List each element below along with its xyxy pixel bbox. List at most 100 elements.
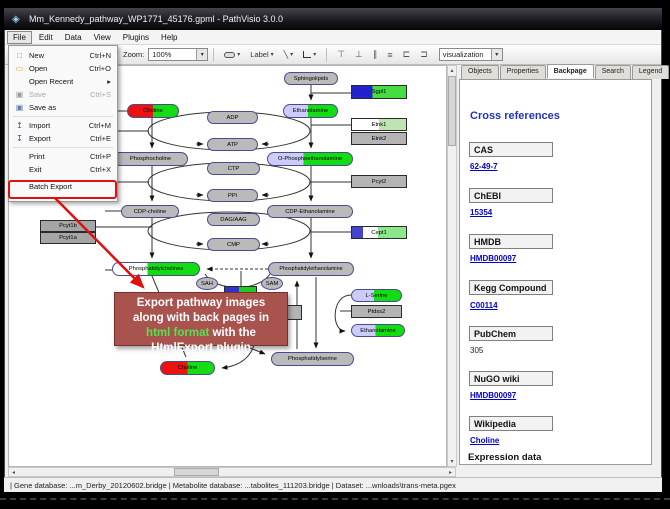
xref-link-nugo[interactable]: HMDB00097 xyxy=(470,391,516,400)
menu-item-exit[interactable]: Exit Ctrl+X xyxy=(9,163,117,176)
xref-section-pubchem: PubChem xyxy=(469,326,553,341)
sidebar-tabs: Objects Properties Backpage Search Legen… xyxy=(461,65,670,79)
zoom-value: 100% xyxy=(152,50,171,59)
gene-etnk2[interactable]: Etnk2 xyxy=(351,132,407,145)
align-right-icon[interactable]: ⊐ xyxy=(420,49,428,60)
node-ethanolamine-bottom[interactable]: Ethanolamine xyxy=(351,324,405,337)
chevron-down-icon[interactable]: ▾ xyxy=(196,49,207,60)
distribute-horizontal-icon[interactable]: ∥ xyxy=(373,49,378,60)
horizontal-scrollbar[interactable]: ◂ ▸ xyxy=(8,467,456,477)
align-left-icon[interactable]: ⊏ xyxy=(403,49,411,60)
tab-backpage[interactable]: Backpage xyxy=(547,64,594,78)
gene-sgpl1[interactable]: Sgpl1 xyxy=(351,85,407,99)
xref-value-pubchem: 305 xyxy=(470,346,483,355)
label-tool-button[interactable]: Label ▾ xyxy=(248,49,275,60)
tab-objects[interactable]: Objects xyxy=(461,65,499,79)
menu-item-print[interactable]: Print Ctrl+P xyxy=(9,150,117,163)
chevron-down-icon[interactable]: ▾ xyxy=(271,51,274,58)
menu-item-batch-export[interactable]: Batch Export xyxy=(9,180,117,193)
menu-item-open[interactable]: ▭ Open Ctrl+O xyxy=(9,62,117,75)
tab-properties[interactable]: Properties xyxy=(500,65,546,79)
callout-highlight: html format xyxy=(146,327,209,339)
gene-etnk1[interactable]: Etnk1 xyxy=(351,118,407,131)
chevron-down-icon[interactable]: ▾ xyxy=(313,51,316,58)
open-folder-icon: ▭ xyxy=(13,64,26,73)
node-cdp-ethanolamine[interactable]: CDP-Ethanolamine xyxy=(267,205,353,218)
menu-edit[interactable]: Edit xyxy=(34,32,58,43)
node-l-serine[interactable]: L-Serine xyxy=(351,289,402,302)
gene-pcyt1b[interactable]: Pcyt1b xyxy=(40,220,96,232)
xref-section-wikipedia: Wikipedia xyxy=(469,416,553,431)
toolbar-separator xyxy=(326,48,327,62)
line-tool-button[interactable]: ╲ ▾ xyxy=(282,49,296,60)
chevron-down-icon[interactable]: ▾ xyxy=(290,51,293,58)
menu-data[interactable]: Data xyxy=(60,32,87,43)
xref-link-cas[interactable]: 62-49-7 xyxy=(470,162,498,171)
distribute-vertical-icon[interactable]: ≡ xyxy=(387,50,392,60)
node-phosphatidylserine[interactable]: Phosphatidylserine xyxy=(271,352,354,366)
scrollbar-thumb[interactable] xyxy=(448,76,456,146)
vertical-scrollbar[interactable]: ▴ ▾ xyxy=(447,65,457,467)
scroll-up-icon[interactable]: ▴ xyxy=(448,66,457,75)
xref-link-kegg[interactable]: C00114 xyxy=(470,301,498,310)
node-sah[interactable]: SAH xyxy=(196,277,218,290)
node-phosphatidylethanolamine[interactable]: Phosphatidylethanolamine xyxy=(268,262,354,276)
node-adp[interactable]: ADP xyxy=(207,111,258,124)
xref-link-chebi[interactable]: 15354 xyxy=(470,208,492,217)
node-phosphatidylcholines[interactable]: Phosphatidylcholines xyxy=(112,262,200,276)
menu-help[interactable]: Help xyxy=(156,32,182,43)
xref-link-wikipedia[interactable]: Choline xyxy=(470,436,499,445)
node-sphingolipids[interactable]: Sphingolipids xyxy=(284,72,338,85)
scroll-left-icon[interactable]: ◂ xyxy=(9,468,18,477)
node-ppi[interactable]: PPi xyxy=(207,189,258,202)
node-choline-top[interactable]: Choline xyxy=(127,104,179,118)
scrollbar-thumb[interactable] xyxy=(174,468,219,476)
import-icon: ↥ xyxy=(13,121,26,130)
menu-item-save-as[interactable]: ▣ Save as xyxy=(9,101,117,114)
visualization-combobox[interactable]: visualization ▾ xyxy=(439,48,503,61)
cross-references-heading: Cross references xyxy=(470,110,560,122)
menu-file[interactable]: File xyxy=(7,31,32,44)
node-o-phosphoethanolamine[interactable]: O-Phosphoethanolamine xyxy=(267,152,353,166)
scroll-down-icon[interactable]: ▾ xyxy=(448,457,457,466)
title-bar[interactable]: ◈ Mm_Kennedy_pathway_WP1771_45176.gpml -… xyxy=(4,8,662,30)
tab-legend[interactable]: Legend xyxy=(632,65,669,79)
node-ctp[interactable]: CTP xyxy=(207,162,260,175)
menu-item-import[interactable]: ↥ Import Ctrl+M xyxy=(9,119,117,132)
gene-pcyt2[interactable]: Pcyt2 xyxy=(351,175,407,188)
node-phosphocholine[interactable]: Phosphocholine xyxy=(113,152,188,166)
align-center-horizontal-icon[interactable]: ⊤ xyxy=(337,49,345,60)
menu-item-new[interactable]: □ New Ctrl+N xyxy=(9,49,117,62)
gene-cept1[interactable]: Cept1 xyxy=(351,226,407,239)
new-document-icon: □ xyxy=(13,51,26,60)
menu-plugins[interactable]: Plugins xyxy=(118,32,154,43)
menu-separator xyxy=(13,116,113,117)
file-menu-dropdown: □ New Ctrl+N ▭ Open Ctrl+O Open Recent ▸… xyxy=(8,45,118,202)
chevron-down-icon[interactable]: ▾ xyxy=(491,49,502,60)
node-atp[interactable]: ATP xyxy=(207,138,258,151)
gene-ptdss2[interactable]: Ptdss2 xyxy=(351,305,402,318)
node-choline-selected[interactable]: Choline xyxy=(160,361,215,375)
node-dag-aag[interactable]: DAG/AAG xyxy=(207,213,260,226)
status-text: | Gene database: ...m_Derby_20120602.bri… xyxy=(10,481,456,490)
menu-item-open-recent[interactable]: Open Recent ▸ xyxy=(9,75,117,88)
connector-tool-button[interactable]: ▾ xyxy=(301,50,318,59)
gene-tool-button[interactable]: ▾ xyxy=(222,50,242,59)
xref-link-hmdb[interactable]: HMDB00097 xyxy=(470,254,516,263)
menu-view[interactable]: View xyxy=(89,32,116,43)
gene-pcyt1a[interactable]: Pcyt1a xyxy=(40,232,96,244)
toolbar-separator xyxy=(213,48,214,62)
align-center-vertical-icon[interactable]: ⊥ xyxy=(355,49,363,60)
scroll-right-icon[interactable]: ▸ xyxy=(446,468,455,477)
save-as-icon: ▣ xyxy=(13,103,26,112)
chevron-down-icon[interactable]: ▾ xyxy=(237,51,240,58)
node-cmp[interactable]: CMP xyxy=(207,238,260,251)
zoom-combobox[interactable]: 100% ▾ xyxy=(148,48,208,61)
node-sam[interactable]: SAM xyxy=(261,277,283,290)
connector-icon xyxy=(303,51,311,58)
node-cdp-choline[interactable]: CDP-choline xyxy=(121,205,179,218)
node-ethanolamine-top[interactable]: Ethanolamine xyxy=(283,104,338,118)
callout-text: Export pathway images along with back pa… xyxy=(133,297,269,324)
tab-search[interactable]: Search xyxy=(595,65,631,79)
menu-item-export[interactable]: ↧ Export Ctrl+E xyxy=(9,132,117,145)
